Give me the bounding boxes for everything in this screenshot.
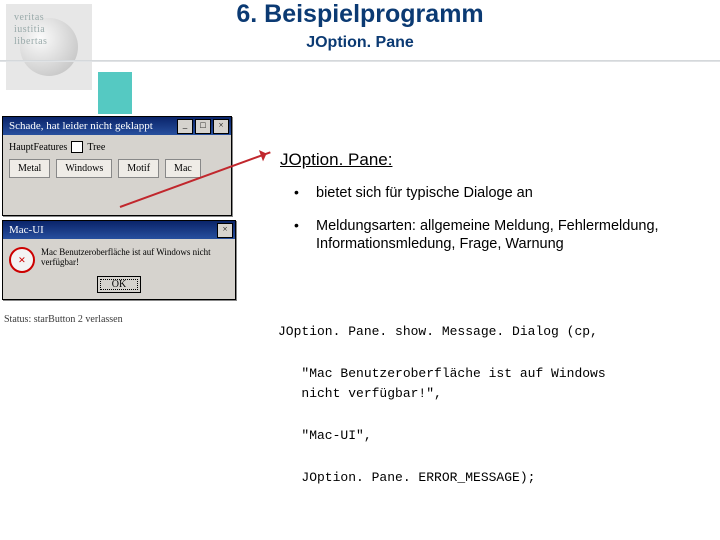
dialog-message: Mac Benutzeroberfläche ist auf Windows n… xyxy=(41,247,229,273)
code-line: JOption. Pane. show. Message. Dialog (cp… xyxy=(278,324,598,339)
window-titlebar: Schade, hat leider nicht geklappt _ □ × xyxy=(3,117,231,135)
section-heading: JOption. Pane: xyxy=(280,150,392,170)
code-line: "Mac Benutzeroberfläche ist auf Windows xyxy=(278,366,606,381)
close-icon[interactable]: × xyxy=(217,223,233,238)
lnf-tabs: Metal Windows Motif Mac xyxy=(9,159,225,178)
feature-value: Tree xyxy=(87,142,105,153)
tab-metal[interactable]: Metal xyxy=(9,159,50,178)
accent-block xyxy=(98,72,132,114)
parent-window: Schade, hat leider nicht geklappt _ □ × … xyxy=(2,116,232,216)
error-icon: × xyxy=(9,247,35,273)
close-icon[interactable]: × xyxy=(213,119,229,134)
tab-motif[interactable]: Motif xyxy=(118,159,159,178)
window-title: Schade, hat leider nicht geklappt xyxy=(5,120,175,132)
code-line: JOption. Pane. ERROR_MESSAGE); xyxy=(278,470,535,485)
error-dialog: Mac-UI × × Mac Benutzeroberfläche ist au… xyxy=(2,220,236,300)
checkbox-icon[interactable] xyxy=(71,141,83,153)
slide-title: 6. Beispielprogramm xyxy=(0,0,720,29)
list-item: Meldungsarten: allgemeine Meldung, Fehle… xyxy=(288,217,698,254)
dialog-titlebar: Mac-UI × xyxy=(3,221,235,239)
header-divider xyxy=(0,60,720,62)
tab-windows[interactable]: Windows xyxy=(56,159,112,178)
feature-row: HauptFeatures Tree xyxy=(9,141,225,153)
ok-button[interactable]: OK xyxy=(97,276,141,293)
bullet-list: bietet sich für typische Dialoge an Meld… xyxy=(288,184,698,268)
status-line: Status: starButton 2 verlassen xyxy=(4,314,123,325)
code-line: nicht verfügbar!", xyxy=(278,386,442,401)
minimize-icon[interactable]: _ xyxy=(177,119,193,134)
code-line: "Mac-UI", xyxy=(278,428,372,443)
dialog-title: Mac-UI xyxy=(5,224,215,236)
code-block: JOption. Pane. show. Message. Dialog (cp… xyxy=(278,322,710,488)
feature-label: HauptFeatures xyxy=(9,142,67,153)
tab-mac[interactable]: Mac xyxy=(165,159,201,178)
example-screenshot: Schade, hat leider nicht geklappt _ □ × … xyxy=(2,116,274,366)
slide-subtitle: JOption. Pane xyxy=(0,34,720,52)
list-item: bietet sich für typische Dialoge an xyxy=(288,184,698,203)
maximize-icon[interactable]: □ xyxy=(195,119,211,134)
